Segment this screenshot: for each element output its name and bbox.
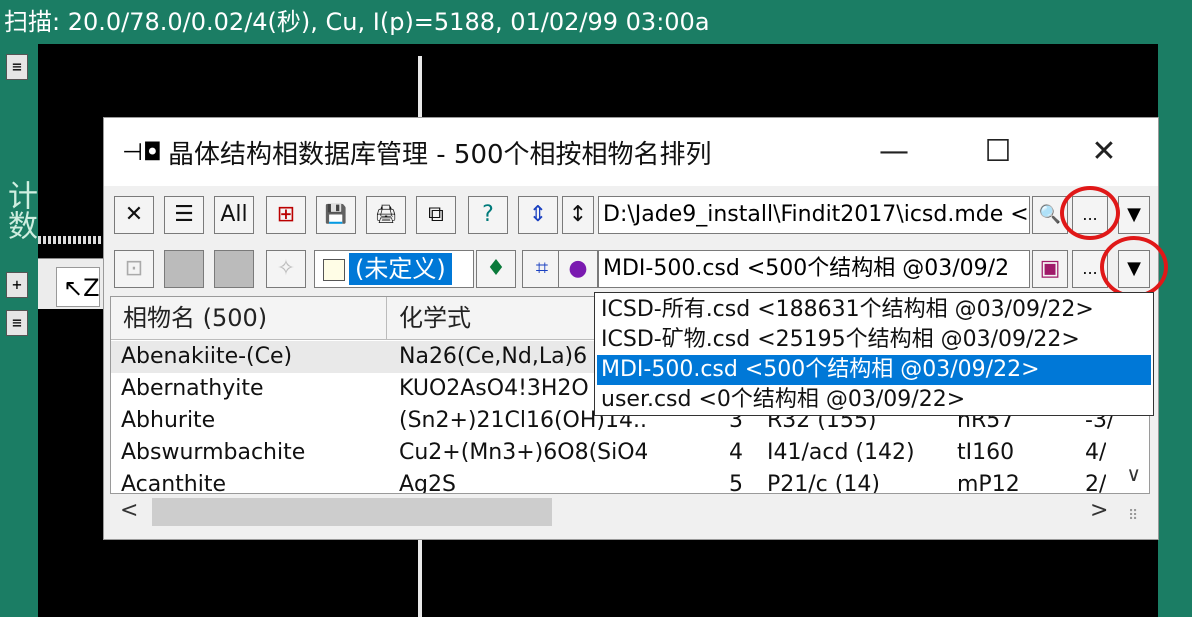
zoom-cursor-button[interactable]: ↖Z xyxy=(56,267,100,307)
sphere-button[interactable]: ● xyxy=(558,250,598,288)
minimize-button[interactable]: — xyxy=(864,130,924,174)
lattice-button[interactable]: ⌗ xyxy=(522,250,562,288)
database-dropdown-list: ICSD-所有.csd <188631个结构相 @03/09/22> ICSD-… xyxy=(594,292,1154,416)
undefined-field[interactable]: (未定义) xyxy=(314,250,474,288)
scroll-down-icon[interactable]: ∨ xyxy=(1126,462,1141,486)
cell-number: 4 xyxy=(729,440,743,465)
scroll-left-icon[interactable]: < xyxy=(120,498,138,523)
cell-name: Abhurite xyxy=(121,408,216,433)
header-phase-name[interactable]: 相物名 (500) xyxy=(111,297,387,339)
maximize-button[interactable]: ☐ xyxy=(968,130,1028,174)
dropdown-option-icsd-all[interactable]: ICSD-所有.csd <188631个结构相 @03/09/22> xyxy=(597,295,1151,325)
database-path-field[interactable]: D:\Jade9_install\Findit2017\icsd.mde < xyxy=(598,196,1030,234)
expand-button[interactable]: ⇕ xyxy=(518,196,558,234)
left-tool-strip: ≡ 计数 + ≡ xyxy=(0,44,38,617)
scroll-right-icon[interactable]: > xyxy=(1090,498,1108,523)
cell-formula: Cu2+(Mn3+)6O8(SiO4) xyxy=(399,440,647,465)
dropdown-option-icsd-mineral[interactable]: ICSD-矿物.csd <25195个结构相 @03/09/22> xyxy=(597,325,1151,355)
color-swatch xyxy=(323,259,345,281)
help-button[interactable]: ? xyxy=(468,196,508,234)
pointer-icon: ↖ xyxy=(63,274,84,302)
background-toolbar: ↖Z xyxy=(38,258,104,309)
pattern-baseline xyxy=(38,236,104,244)
strip-menu-button-bottom[interactable]: ≡ xyxy=(6,310,28,336)
close-button[interactable]: ✕ xyxy=(1074,130,1134,174)
horizontal-scrollbar[interactable]: < > ⠿ xyxy=(110,494,1150,530)
zoom-label: Z xyxy=(83,274,100,302)
save-button[interactable]: 💾 xyxy=(316,196,356,234)
pin-icon: ⊣◘ xyxy=(122,138,162,166)
cell-name: Abernathyite xyxy=(121,376,264,401)
cell-formula: KUO2AsO4!3H2O xyxy=(399,376,589,401)
print-button[interactable]: 🖨 xyxy=(366,196,406,234)
list-view-button[interactable]: ☰ xyxy=(164,196,204,234)
right-strip xyxy=(1158,44,1192,617)
cell-name: Abenakiite-(Ce) xyxy=(121,344,293,369)
dialog-title: 晶体结构相数据库管理 - 500个相按相物名排列 xyxy=(168,140,712,170)
path-dropdown-button[interactable]: ▼ xyxy=(1118,196,1150,234)
gem-button[interactable]: ♦ xyxy=(476,250,516,288)
calculate-button[interactable]: ⊞ xyxy=(266,196,306,234)
cell-name: Abswurmbachite xyxy=(121,440,306,465)
cell-name: Acanthite xyxy=(121,472,227,494)
dialog-title-bar[interactable]: ⊣◘ 晶体结构相数据库管理 - 500个相按相物名排列 — ☐ ✕ xyxy=(104,118,1158,186)
database-select[interactable]: MDI-500.csd <500个结构相 @03/09/2 xyxy=(598,250,1030,288)
target-button[interactable]: ✧ xyxy=(266,250,306,288)
scroll-thumb[interactable] xyxy=(152,498,552,526)
disabled-button-2 xyxy=(214,250,254,288)
y-axis-label: 计数 xyxy=(2,180,37,240)
cell-formula: Ag2S xyxy=(399,472,456,494)
strip-menu-button-top[interactable]: ≡ xyxy=(6,54,28,80)
cell-space-group: I41/acd (142) xyxy=(767,440,915,465)
close-list-button[interactable]: ✕ xyxy=(114,196,154,234)
toolbar-path: ✕ ☰ All ⊞ 💾 🖨 ⧉ ? ⇕ ↕ D:\Jade9_install\F… xyxy=(104,186,1158,240)
sort-button[interactable]: ↕ xyxy=(562,196,594,234)
cell-space-group: P21/c (14) xyxy=(767,472,880,494)
disabled-button-1 xyxy=(164,250,204,288)
resize-grip-icon[interactable]: ⠿ xyxy=(1128,508,1138,524)
cell-extra: 2/ xyxy=(1085,472,1107,494)
cell-pearson: tI160 xyxy=(957,440,1015,465)
toolbar-database: ⊡ ✧ (未定义) ♦ ⌗ ● MDI-500.csd <500个结构相 @03… xyxy=(104,236,1168,298)
dropdown-option-user[interactable]: user.csd <0个结构相 @03/09/22> xyxy=(597,385,1151,415)
cell-extra: 4/ xyxy=(1085,440,1107,465)
cell-formula: Na26(Ce,Nd,La)6 xyxy=(399,344,588,369)
cell-number: 5 xyxy=(729,472,743,494)
table-row[interactable]: Acanthite Ag2S 5 P21/c (14) mP12 2/ xyxy=(111,469,1149,494)
annotation-circle-browse xyxy=(1060,186,1120,240)
cell-pearson: mP12 xyxy=(957,472,1020,494)
annotation-circle-dropdown xyxy=(1100,236,1168,298)
copy-button[interactable]: ⧉ xyxy=(416,196,456,234)
strip-plus-button[interactable]: + xyxy=(6,272,28,298)
database-icon-button[interactable]: ▣ xyxy=(1032,250,1068,288)
all-button[interactable]: All xyxy=(214,196,254,234)
table-row[interactable]: Abswurmbachite Cu2+(Mn3+)6O8(SiO4) 4 I41… xyxy=(111,437,1149,469)
undefined-label: (未定义) xyxy=(349,253,452,285)
structure-icon-button[interactable]: ⊡ xyxy=(114,250,154,288)
app-title-bar: 扫描: 20.0/78.0/0.02/4(秒), Cu, I(p)=5188, … xyxy=(0,0,1192,44)
dropdown-option-mdi-500[interactable]: MDI-500.csd <500个结构相 @03/09/22> xyxy=(597,355,1151,385)
